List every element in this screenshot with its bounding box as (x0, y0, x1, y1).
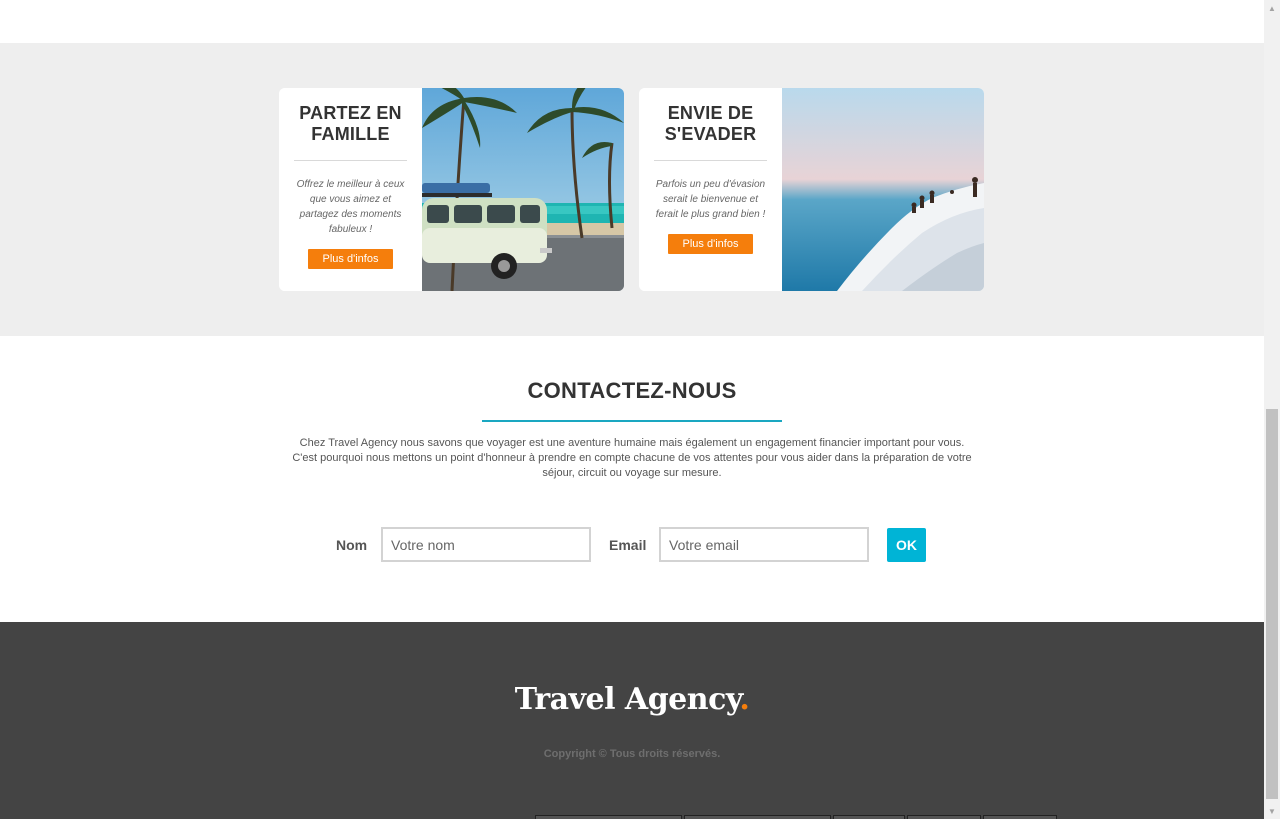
beach-van-illustration (422, 88, 624, 291)
triangle-down-icon[interactable]: ▼ (1264, 803, 1280, 819)
offer-card-title-line: S'EVADER (664, 124, 757, 144)
footer-logo[interactable]: Travel Agency. (0, 682, 1264, 717)
contact-title: CONTACTEZ-NOUS (527, 378, 737, 403)
footer-tab[interactable] (833, 815, 905, 819)
footer (0, 622, 1264, 819)
footer-logo-text: Travel Agency (514, 682, 740, 717)
footer-tab[interactable] (684, 815, 831, 819)
submit-button[interactable]: OK (887, 528, 926, 562)
offer-card-description: Offrez le meilleur à ceux que vous aimez… (296, 179, 405, 235)
email-label: Email (609, 537, 647, 553)
vertical-scrollbar[interactable]: ▲ ▼ (1264, 0, 1280, 819)
name-input[interactable] (381, 527, 591, 562)
offer-card-title-line: ENVIE DE (667, 103, 754, 123)
contact-description-line: Chez Travel Agency nous savons que voyag… (299, 437, 965, 449)
footer-tab[interactable] (983, 815, 1057, 819)
scrollbar-thumb[interactable] (1266, 409, 1278, 799)
cliff-sea-image (782, 88, 984, 291)
offer-card-title-line: FAMILLE (311, 124, 390, 144)
email-input[interactable] (659, 527, 869, 562)
footer-tabs (535, 815, 1057, 819)
cliff-sea-illustration (782, 88, 984, 291)
beach-van-image (422, 88, 624, 291)
contact-description: Chez Travel Agency nous savons que voyag… (280, 436, 984, 481)
contact-description-line: séjour, circuit ou voyage sur mesure. (542, 467, 722, 479)
offer-card-title: ENVIE DE S'EVADER (639, 103, 782, 145)
copyright-text: Copyright © Tous droits réservés. (543, 748, 721, 760)
footer-tab[interactable] (535, 815, 682, 819)
offer-card-title-line: PARTEZ EN (299, 103, 402, 123)
offer-card-escape: ENVIE DE S'EVADER Parfois un peu d'évasi… (639, 88, 984, 291)
offer-card-text: PARTEZ EN FAMILLE Offrez le meilleur à c… (279, 88, 422, 291)
page: PARTEZ EN FAMILLE Offrez le meilleur à c… (0, 0, 1264, 819)
contact-description-line: C'est pourquoi nous mettons un point d'h… (292, 452, 972, 464)
name-label: Nom (336, 537, 368, 553)
offer-card-text: ENVIE DE S'EVADER Parfois un peu d'évasi… (639, 88, 782, 291)
more-info-button[interactable]: Plus d'infos (307, 249, 394, 269)
contact-title-underline (482, 420, 782, 422)
offers-section: PARTEZ EN FAMILLE Offrez le meilleur à c… (0, 43, 1264, 336)
offer-card-family: PARTEZ EN FAMILLE Offrez le meilleur à c… (279, 88, 624, 291)
more-info-button[interactable]: Plus d'infos (667, 234, 754, 254)
offer-card-title: PARTEZ EN FAMILLE (279, 103, 422, 145)
offer-card-description: Parfois un peu d'évasion serait le bienv… (655, 179, 766, 220)
footer-logo-dot: . (739, 682, 750, 717)
footer-tab[interactable] (907, 815, 981, 819)
offer-card-divider (654, 160, 767, 161)
triangle-up-icon[interactable]: ▲ (1264, 0, 1280, 16)
offer-card-divider (294, 160, 407, 161)
